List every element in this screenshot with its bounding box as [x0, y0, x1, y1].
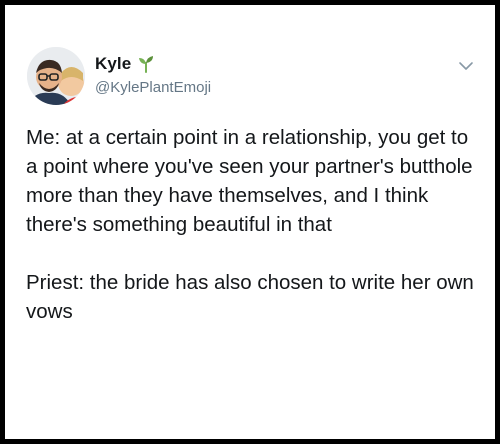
author-handle[interactable]: @KylePlantEmoji [95, 79, 211, 96]
chevron-down-icon[interactable] [457, 57, 475, 75]
tweet-text: Me: at a certain point in a relationship… [26, 123, 481, 326]
seedling-emoji-icon [137, 55, 155, 73]
avatar-image [27, 47, 85, 105]
tweet-card: Kyle @KylePlantEmoji Me: at a certain po… [5, 5, 495, 439]
avatar[interactable] [27, 47, 85, 105]
author-display-name[interactable]: Kyle [95, 54, 131, 74]
tweet-paragraph: Me: at a certain point in a relationship… [26, 126, 479, 236]
tweet-paragraph: Priest: the bride has also chosen to wri… [26, 271, 480, 323]
author-name-row[interactable]: Kyle [95, 53, 155, 75]
